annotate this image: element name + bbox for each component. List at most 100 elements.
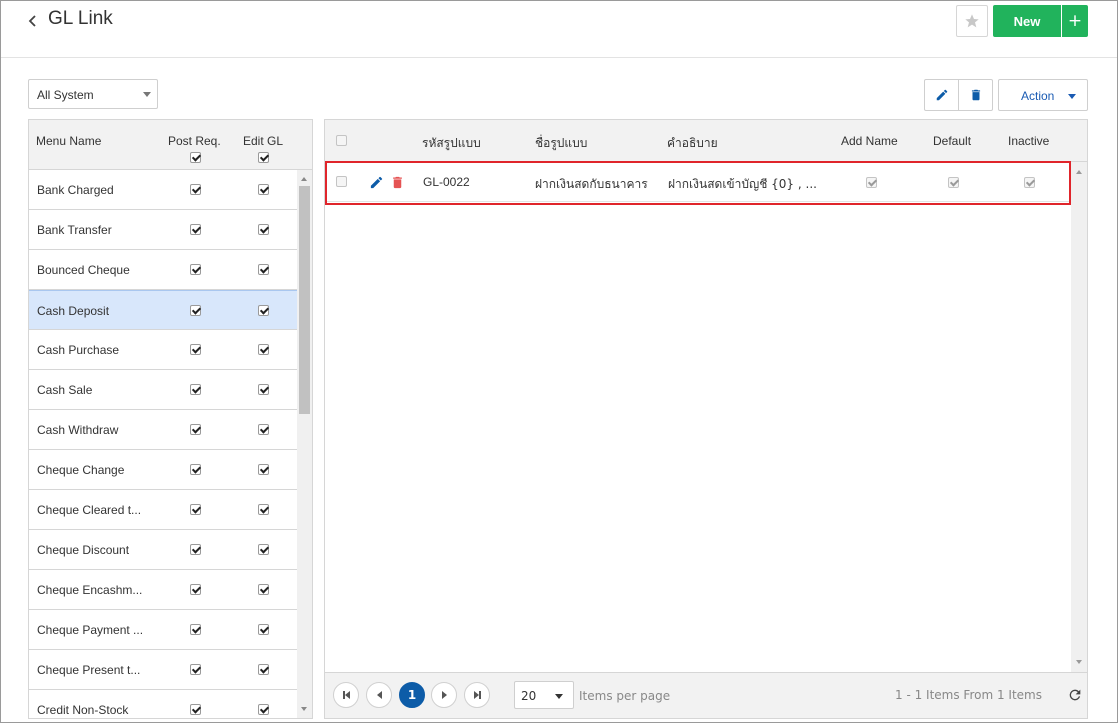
menu-item-label: Bank Charged [37, 183, 114, 197]
post-req-checkbox[interactable] [190, 384, 201, 395]
edit-gl-checkbox[interactable] [258, 305, 269, 316]
post-req-checkbox[interactable] [190, 504, 201, 515]
system-select[interactable]: All System [28, 79, 158, 109]
select-all-checkbox[interactable] [336, 135, 347, 146]
inactive-column-header[interactable]: Inactive [1008, 134, 1049, 148]
row-add-name-checkbox [866, 177, 877, 188]
menu-list-item[interactable]: Bank Charged [29, 170, 297, 210]
scroll-up-icon[interactable] [301, 177, 307, 181]
menu-list-item[interactable]: Bounced Cheque [29, 250, 297, 290]
edit-gl-checkbox[interactable] [258, 544, 269, 555]
row-edit-icon[interactable] [369, 175, 384, 193]
table-row[interactable]: GL-0022 ฝากเงินสดกับธนาคาร ฝากเงินสดเข้า… [325, 162, 1071, 202]
menu-list-item[interactable]: Cheque Discount [29, 530, 297, 570]
action-menu-button[interactable]: Action [998, 79, 1088, 111]
menu-item-label: Cash Sale [37, 383, 93, 397]
delete-button[interactable] [958, 79, 993, 111]
row-delete-icon[interactable] [390, 175, 405, 193]
menu-list-item[interactable]: Bank Transfer [29, 210, 297, 250]
caret-down-icon [1068, 94, 1076, 99]
menu-item-label: Bank Transfer [37, 223, 112, 237]
menu-item-label: Cash Purchase [37, 343, 120, 357]
edit-gl-checkbox[interactable] [258, 424, 269, 435]
scroll-up-icon[interactable] [1076, 170, 1082, 174]
post-req-checkbox[interactable] [190, 624, 201, 635]
menu-name-header: Menu Name [36, 134, 102, 148]
back-button[interactable] [25, 9, 41, 33]
page-size-value: 20 [521, 689, 537, 703]
description-column-header[interactable]: คำอธิบาย [667, 134, 718, 153]
edit-gl-checkbox[interactable] [258, 184, 269, 195]
edit-button[interactable] [924, 79, 959, 111]
favorite-button[interactable] [956, 5, 988, 37]
gl-link-grid: รหัสรูปแบบ ชื่อรูปแบบ คำอธิบาย Add Name … [324, 119, 1088, 719]
pencil-icon [936, 89, 947, 101]
post-req-checkbox[interactable] [190, 704, 201, 715]
post-req-checkbox[interactable] [190, 544, 201, 555]
post-req-checkbox[interactable] [190, 584, 201, 595]
edit-gl-checkbox[interactable] [258, 664, 269, 675]
menu-scrollbar[interactable] [297, 170, 312, 718]
grid-scrollbar[interactable] [1071, 162, 1087, 672]
menu-item-label: Cash Withdraw [37, 423, 119, 437]
edit-gl-checkbox[interactable] [258, 264, 269, 275]
post-req-checkbox[interactable] [190, 344, 201, 355]
edit-gl-checkbox[interactable] [258, 504, 269, 515]
edit-gl-checkbox[interactable] [258, 384, 269, 395]
menu-item-label: Cheque Discount [37, 543, 130, 557]
menu-list-item[interactable]: Cash Purchase [29, 330, 297, 370]
name-column-header[interactable]: ชื่อรูปแบบ [535, 134, 587, 153]
menu-list-item[interactable]: Credit Non-Stock [29, 690, 297, 718]
refresh-icon [1069, 689, 1081, 701]
menu-list-item[interactable]: Cash Deposit [29, 290, 297, 330]
post-req-checkbox[interactable] [190, 305, 201, 316]
scroll-down-icon[interactable] [1076, 660, 1082, 664]
next-page-button[interactable] [431, 682, 457, 708]
menu-list-item[interactable]: Cheque Cleared t... [29, 490, 297, 530]
edit-gl-checkbox[interactable] [258, 224, 269, 235]
page-size-select[interactable]: 20 [514, 681, 574, 709]
row-code: GL-0022 [423, 175, 470, 189]
first-page-button[interactable] [333, 682, 359, 708]
post-req-checkbox[interactable] [190, 264, 201, 275]
edit-gl-checkbox[interactable] [258, 704, 269, 715]
pagination-bar: 1 20 Items per page 1 - 1 Items From 1 I… [325, 672, 1087, 718]
post-req-checkbox[interactable] [190, 224, 201, 235]
edit-gl-checkbox[interactable] [258, 584, 269, 595]
post-req-checkbox[interactable] [190, 664, 201, 675]
edit-gl-checkbox[interactable] [258, 624, 269, 635]
post-req-header: Post Req. [168, 134, 221, 148]
edit-gl-all-checkbox[interactable] [258, 152, 269, 163]
menu-list-item[interactable]: Cheque Encashm... [29, 570, 297, 610]
post-req-checkbox[interactable] [190, 184, 201, 195]
menu-list-item[interactable]: Cash Sale [29, 370, 297, 410]
chevron-left-icon [28, 15, 36, 27]
page-header: GL Link New + [1, 1, 1117, 58]
trash-icon [971, 89, 980, 101]
post-req-checkbox[interactable] [190, 464, 201, 475]
add-name-column-header[interactable]: Add Name [841, 134, 898, 148]
new-dropdown-button[interactable]: + [1062, 5, 1088, 37]
page-1-button[interactable]: 1 [399, 682, 425, 708]
refresh-button[interactable] [1067, 687, 1083, 703]
menu-list-item[interactable]: Cheque Payment ... [29, 610, 297, 650]
prev-page-button[interactable] [366, 682, 392, 708]
default-column-header[interactable]: Default [933, 134, 971, 148]
code-column-header[interactable]: รหัสรูปแบบ [422, 134, 481, 153]
edit-gl-checkbox[interactable] [258, 344, 269, 355]
menu-list-item[interactable]: Cheque Present t... [29, 650, 297, 690]
new-button[interactable]: New [993, 5, 1061, 37]
scroll-down-icon[interactable] [301, 707, 307, 711]
post-req-all-checkbox[interactable] [190, 152, 201, 163]
page-title: GL Link [48, 8, 113, 29]
pencil-icon [370, 176, 383, 189]
last-page-button[interactable] [464, 682, 490, 708]
row-checkbox[interactable] [336, 176, 347, 187]
menu-list-item[interactable]: Cash Withdraw [29, 410, 297, 450]
menu-scrollbar-thumb[interactable] [299, 186, 310, 414]
menu-list-item[interactable]: Cheque Change [29, 450, 297, 490]
edit-gl-checkbox[interactable] [258, 464, 269, 475]
row-description: ฝากเงินสดเข้าบัญชี {0} , ... [668, 177, 817, 191]
action-menu-label: Action [1021, 89, 1055, 103]
post-req-checkbox[interactable] [190, 424, 201, 435]
